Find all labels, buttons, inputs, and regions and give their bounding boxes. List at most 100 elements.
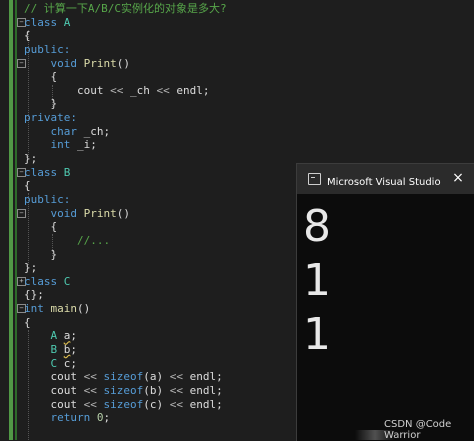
code-token: << <box>169 383 190 397</box>
code-line[interactable]: char _ch; <box>24 125 227 139</box>
code-token: () <box>116 56 130 70</box>
code-line[interactable]: return 0; <box>24 411 227 425</box>
code-token: void <box>24 56 84 70</box>
code-line[interactable]: private: <box>24 111 227 125</box>
code-token: () <box>77 302 91 316</box>
code-token: int <box>24 138 77 152</box>
code-line[interactable]: class C <box>24 275 227 289</box>
code-token: public: <box>24 42 71 56</box>
watermark: CSDN @Code Warrior <box>384 419 452 441</box>
console-window-icon <box>308 173 321 185</box>
console-titlebar[interactable]: Microsoft Visual Studio 调试控制台 × <box>297 164 474 194</box>
code-token: endl; <box>189 397 223 411</box>
code-token: << <box>83 383 104 397</box>
code-line[interactable]: } <box>24 97 227 111</box>
code-token: private: <box>24 111 77 125</box>
code-token: _ch <box>129 83 157 97</box>
code-line[interactable]: { <box>24 70 227 84</box>
code-line[interactable]: cout << _ch << endl; <box>24 84 227 98</box>
code-token: C <box>24 356 64 370</box>
code-line[interactable]: { <box>24 220 227 234</box>
code-line[interactable]: { <box>24 29 227 43</box>
code-token: << <box>169 397 190 411</box>
code-token: // 计算一下A/B/C实例化的对象是多大? <box>24 2 227 15</box>
code-token: endl; <box>189 370 223 384</box>
code-token: << <box>110 83 130 97</box>
code-token: return <box>24 411 97 425</box>
code-line[interactable]: void Print() <box>24 57 227 71</box>
code-token: ; <box>103 411 111 425</box>
code-token: << <box>169 370 190 384</box>
code-token: cout <box>24 383 84 397</box>
console-output-line: 1 <box>303 309 331 360</box>
code-line[interactable]: A a; <box>24 329 227 343</box>
code-token: sizeof <box>103 397 144 411</box>
code-token: {}; <box>24 288 44 302</box>
console-output-line: 8 <box>303 201 331 252</box>
code-token: public: <box>24 192 71 206</box>
code-line[interactable]: {}; <box>24 288 227 302</box>
console-title: Microsoft Visual Studio 调试控制台 <box>327 177 441 188</box>
code-token: sizeof <box>103 383 144 397</box>
code-token: << <box>83 370 104 384</box>
code-token: (b) <box>143 383 170 397</box>
code-token: }; <box>24 261 38 275</box>
code-token: }; <box>24 152 38 166</box>
console-output-line: 1 <box>303 255 331 306</box>
code-line[interactable]: B b; <box>24 343 227 357</box>
code-token: endl; <box>176 83 210 97</box>
code-token: { <box>24 70 58 84</box>
code-token: endl; <box>189 383 223 397</box>
code-token: //... <box>24 233 111 247</box>
code-line[interactable]: cout << sizeof(c) << endl; <box>24 398 227 412</box>
code-token: void <box>24 206 84 220</box>
code-token: Print <box>83 206 117 220</box>
code-line[interactable]: int main() <box>24 302 227 316</box>
code-line[interactable]: C c; <box>24 357 227 371</box>
source-code[interactable]: // 计算一下A/B/C实例化的对象是多大? class A{public: vo… <box>24 2 227 425</box>
code-token: cout <box>24 397 84 411</box>
code-token: int <box>24 302 51 316</box>
code-line[interactable]: } <box>24 248 227 262</box>
code-token: char <box>24 124 84 138</box>
code-token: class <box>24 165 64 179</box>
code-token: (c) <box>143 397 170 411</box>
code-token: A <box>24 329 64 343</box>
code-token: () <box>116 206 130 220</box>
code-token: << <box>156 83 177 97</box>
code-line[interactable]: int _i; <box>24 138 227 152</box>
code-token: _ch; <box>83 124 111 138</box>
code-line[interactable]: cout << sizeof(a) << endl; <box>24 370 227 384</box>
code-line[interactable]: public: <box>24 193 227 207</box>
code-line[interactable]: // 计算一下A/B/C实例化的对象是多大? <box>24 2 227 16</box>
code-token: cout <box>24 370 84 384</box>
code-token: A <box>63 15 71 29</box>
change-marker-bar <box>9 0 13 440</box>
code-line[interactable]: public: <box>24 43 227 57</box>
code-line[interactable]: { <box>24 316 227 330</box>
code-token: { <box>24 315 31 329</box>
code-token: ; <box>70 343 77 357</box>
code-token: sizeof <box>103 370 144 384</box>
debug-console-window[interactable]: Microsoft Visual Studio 调试控制台 × 8 1 1 <box>296 163 474 441</box>
code-line[interactable]: //... <box>24 234 227 248</box>
code-line[interactable]: void Print() <box>24 207 227 221</box>
code-line[interactable]: cout << sizeof(b) << endl; <box>24 384 227 398</box>
code-token: (a) <box>143 370 170 384</box>
code-token: { <box>24 29 31 43</box>
code-token: B <box>63 165 71 179</box>
code-line[interactable]: }; <box>24 152 227 166</box>
code-token: class <box>24 274 64 288</box>
code-token: } <box>24 247 58 261</box>
code-token: { <box>24 220 58 234</box>
code-line[interactable]: }; <box>24 261 227 275</box>
code-line[interactable]: class B <box>24 166 227 180</box>
close-icon[interactable]: × <box>451 170 465 186</box>
code-token: C <box>63 274 71 288</box>
code-token: B <box>24 343 64 357</box>
code-token: Print <box>83 56 117 70</box>
code-token: cout <box>24 83 111 97</box>
code-line[interactable]: { <box>24 179 227 193</box>
code-token: << <box>83 397 104 411</box>
code-line[interactable]: class A <box>24 16 227 30</box>
